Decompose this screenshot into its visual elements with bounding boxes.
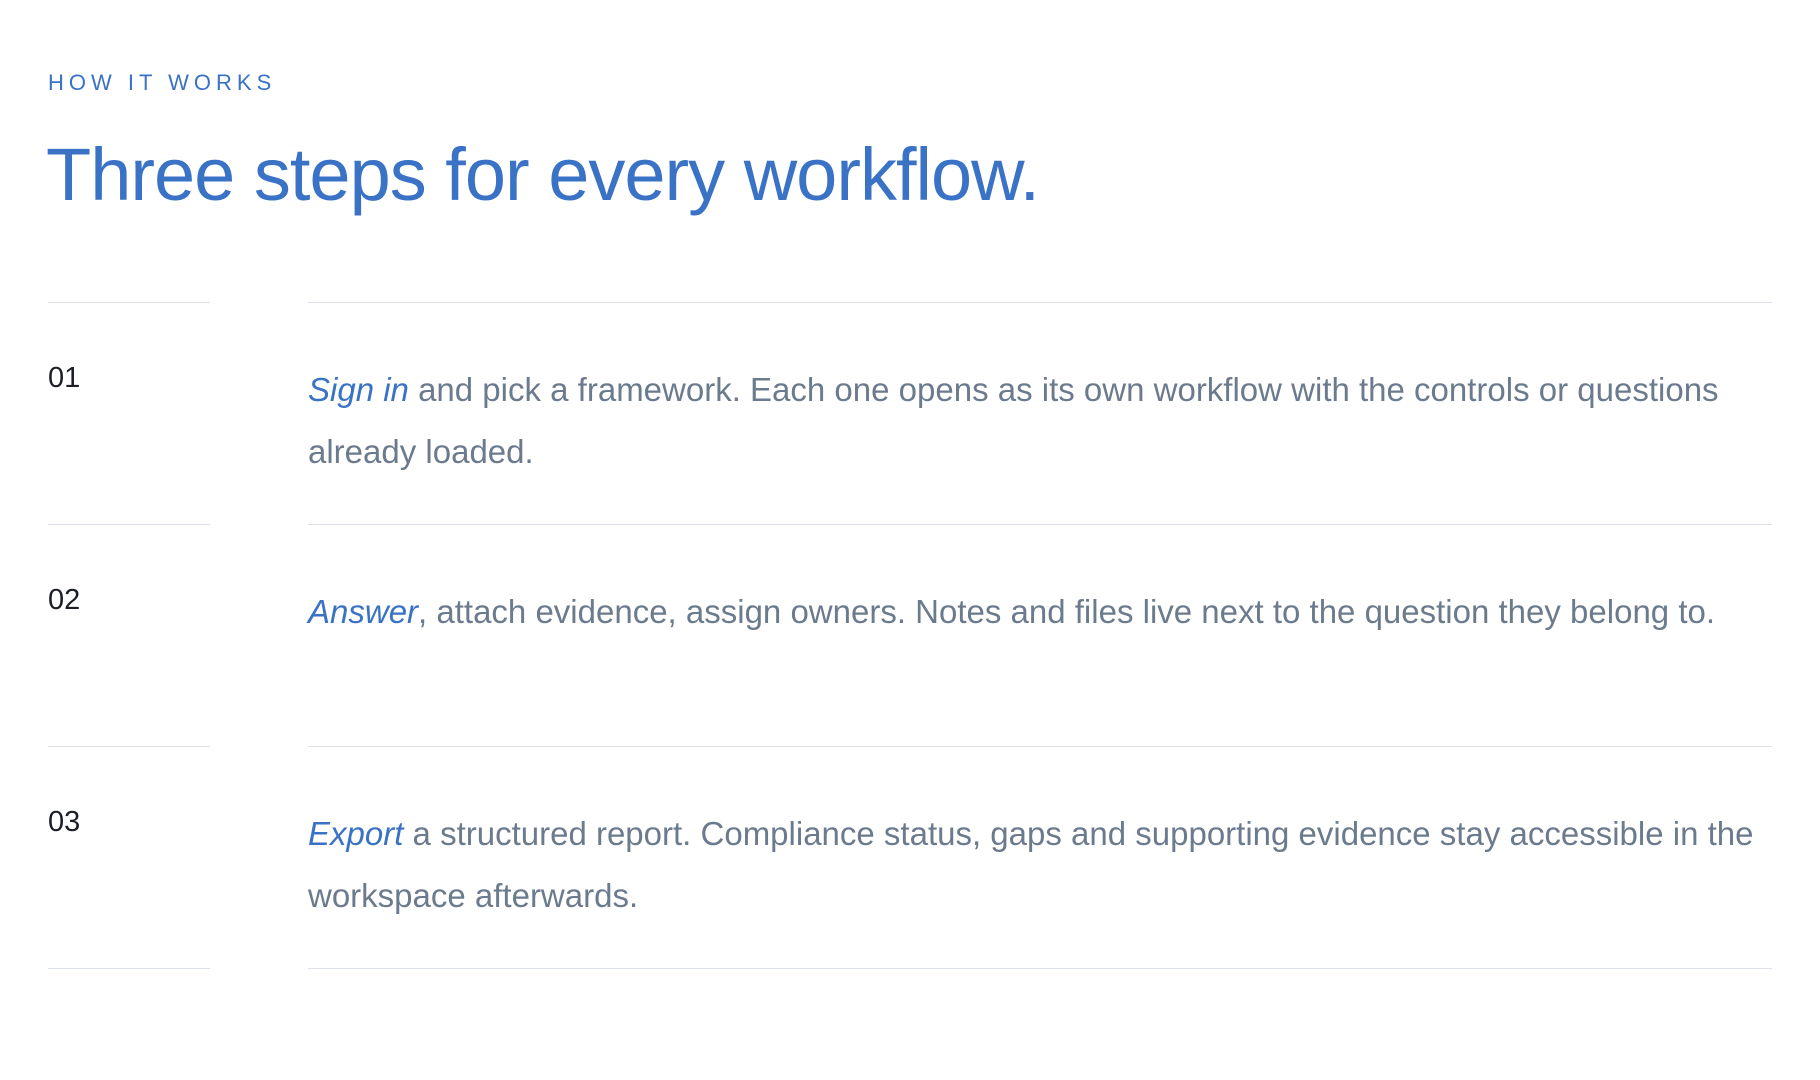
step-item: 01 Sign in and pick a framework. Each on… — [48, 302, 1772, 524]
section-eyebrow: HOW IT WORKS — [48, 70, 277, 95]
step-lead: Sign in — [308, 371, 409, 408]
number-divider — [48, 524, 210, 525]
steps-list: 01 Sign in and pick a framework. Each on… — [48, 302, 1772, 969]
step-description: Export a structured report. Compliance s… — [308, 803, 1808, 927]
text-divider — [308, 968, 1772, 969]
section-headline: Three steps for every workflow. — [46, 133, 1040, 216]
step-lead: Export — [308, 815, 404, 852]
text-divider — [308, 302, 1772, 303]
step-number: 02 — [48, 584, 81, 616]
step-body: and pick a framework. Each one opens as … — [308, 371, 1719, 470]
step-number: 01 — [48, 362, 81, 394]
step-lead: Answer — [308, 593, 419, 630]
text-divider — [308, 524, 1772, 525]
number-divider — [48, 302, 210, 303]
step-item: 03 Export a structured report. Complianc… — [48, 746, 1772, 968]
number-divider — [48, 746, 210, 747]
text-divider — [308, 746, 1772, 747]
step-body: a structured report. Compliance status, … — [308, 815, 1754, 914]
number-divider — [48, 968, 210, 969]
step-item: 02 Answer, attach evidence, assign owner… — [48, 524, 1772, 746]
step-number: 03 — [48, 806, 81, 838]
step-description: Sign in and pick a framework. Each one o… — [308, 359, 1808, 483]
step-body: , attach evidence, assign owners. Notes … — [418, 593, 1716, 630]
step-description: Answer, attach evidence, assign owners. … — [308, 581, 1808, 643]
